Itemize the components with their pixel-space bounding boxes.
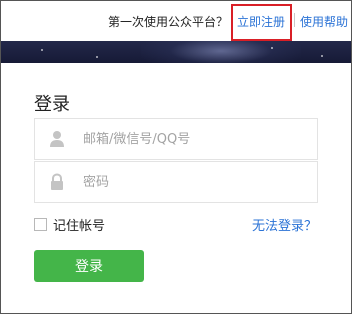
password-field[interactable]	[34, 161, 318, 203]
help-link[interactable]: 使用帮助	[300, 13, 348, 30]
banner-star	[96, 56, 98, 58]
forgot-login-link[interactable]: 无法登录？	[252, 215, 317, 234]
account-input[interactable]	[83, 120, 311, 158]
register-highlight-box	[231, 4, 292, 41]
user-icon	[50, 131, 64, 147]
account-field[interactable]	[34, 118, 318, 160]
banner-star	[271, 47, 273, 49]
password-input[interactable]	[83, 163, 311, 201]
lock-icon	[51, 173, 63, 190]
remember-checkbox[interactable]	[34, 217, 47, 231]
login-title: 登录	[34, 94, 70, 115]
remember-account-toggle[interactable]: 记住帐号	[34, 216, 106, 234]
banner-glow	[141, 41, 301, 63]
link-separator	[294, 13, 295, 27]
first-use-text: 第一次使用公众平台？	[108, 15, 229, 29]
banner-star	[41, 49, 43, 51]
banner	[1, 41, 351, 63]
top-bar: 第一次使用公众平台？ 立即注册 使用帮助	[1, 1, 351, 41]
banner-star	[321, 55, 323, 57]
remember-label: 记住帐号	[53, 218, 106, 234]
login-button[interactable]: 登录	[34, 250, 144, 282]
